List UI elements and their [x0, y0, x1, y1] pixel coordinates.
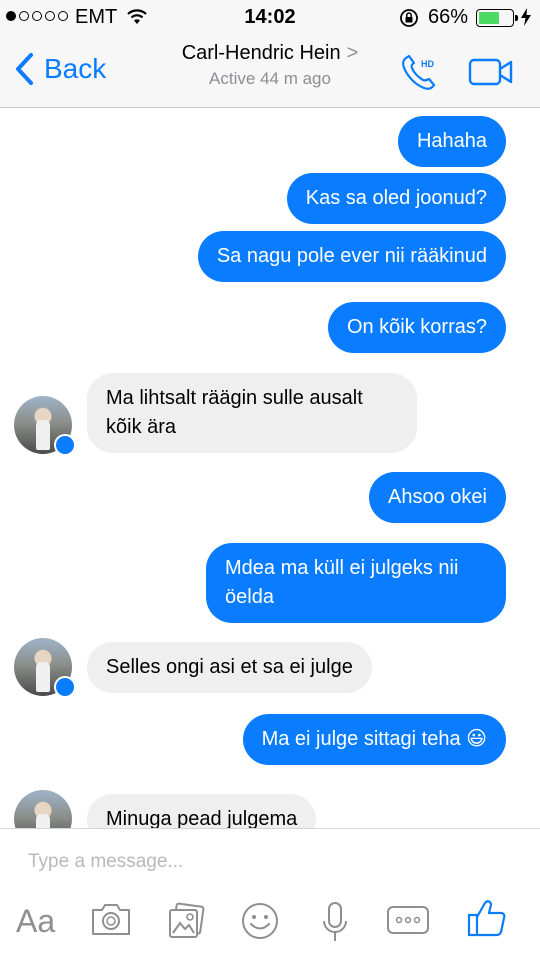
outgoing-message[interactable]: Hahaha: [397, 116, 506, 167]
hd-phone-icon[interactable]: HD: [398, 52, 442, 92]
outgoing-message[interactable]: Ahsoo okei: [369, 472, 506, 523]
message-input[interactable]: [26, 845, 510, 879]
battery-icon: [476, 9, 518, 27]
video-camera-icon[interactable]: [468, 58, 514, 86]
chevron-right-icon: >: [346, 42, 359, 64]
svg-text:HD: HD: [421, 59, 434, 69]
incoming-message[interactable]: Minuga pead julgema: [87, 794, 317, 828]
outgoing-message[interactable]: Sa nagu pole ever nii rääkinud: [197, 231, 506, 282]
contact-avatar[interactable]: [14, 396, 76, 456]
emoji-icon[interactable]: [240, 901, 280, 941]
outgoing-message[interactable]: Mdea ma küll ei julgeks nii öelda: [206, 543, 506, 623]
camera-icon[interactable]: [90, 901, 132, 937]
more-icon[interactable]: [386, 905, 430, 935]
text-format-button[interactable]: Aa: [16, 903, 55, 940]
message-composer: Aa: [0, 828, 540, 960]
messenger-badge-icon: [54, 676, 76, 698]
activity-status: Active 44 m ago: [209, 69, 331, 88]
contact-avatar[interactable]: [14, 638, 76, 698]
outgoing-message[interactable]: On kõik korras?: [327, 302, 506, 353]
messenger-badge-icon: [54, 434, 76, 456]
photo-gallery-icon[interactable]: [166, 901, 206, 941]
charging-bolt-icon: [521, 8, 531, 26]
like-thumb-icon[interactable]: [466, 897, 508, 939]
status-bar: EMT 14:02 66%: [0, 0, 540, 36]
composer-toolbar: Aa: [0, 900, 540, 947]
incoming-message[interactable]: Selles ongi asi et sa ei julge: [87, 642, 372, 693]
contact-avatar[interactable]: [14, 790, 72, 828]
contact-info[interactable]: Carl-Hendric Hein > Active 44 m ago: [0, 42, 540, 89]
contact-name: Carl-Hendric Hein: [181, 42, 341, 64]
battery-percent: 66%: [428, 6, 469, 28]
outgoing-message[interactable]: Kas sa oled joonud?: [286, 173, 506, 224]
conversation-header: Back Carl-Hendric Hein > Active 44 m ago …: [0, 36, 540, 108]
rotation-lock-icon: [400, 9, 418, 27]
incoming-message[interactable]: Ma lihtsalt räägin sulle ausalt kõik ära: [87, 373, 417, 453]
message-thread[interactable]: Hahaha Kas sa oled joonud? Sa nagu pole …: [0, 108, 540, 828]
microphone-icon[interactable]: [320, 901, 350, 943]
outgoing-message[interactable]: Ma ei julge sittagi teha 😃: [242, 714, 506, 765]
